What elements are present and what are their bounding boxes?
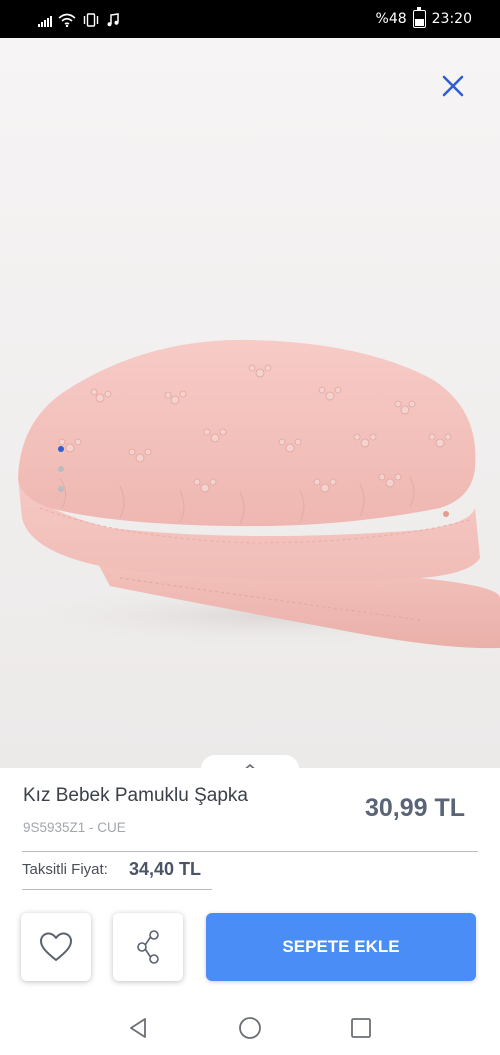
share-button[interactable] bbox=[113, 913, 183, 981]
close-icon bbox=[442, 75, 464, 97]
product-title: Kız Bebek Pamuklu Şapka bbox=[23, 785, 248, 806]
heart-icon bbox=[40, 932, 72, 961]
status-icons bbox=[38, 9, 120, 27]
battery-icon bbox=[412, 7, 426, 28]
vibrate-icon bbox=[83, 13, 99, 27]
favorite-button[interactable] bbox=[21, 913, 91, 981]
gallery-dot[interactable] bbox=[58, 486, 64, 492]
status-bar: %48 23:20 bbox=[0, 0, 500, 38]
gallery-dot[interactable] bbox=[58, 466, 64, 472]
system-nav-bar bbox=[0, 1000, 500, 1055]
recent-apps-icon bbox=[351, 1018, 371, 1038]
signal-icon bbox=[38, 15, 52, 27]
product-price: 30,99 TL bbox=[365, 794, 466, 822]
status-right: %48 23:20 bbox=[375, 7, 472, 28]
share-icon bbox=[137, 930, 159, 964]
product-image-gallery[interactable] bbox=[0, 38, 500, 768]
back-icon bbox=[130, 1018, 146, 1038]
product-code: 9S5935Z1 - CUE bbox=[23, 820, 126, 835]
installment-price: 34,40 TL bbox=[129, 859, 202, 879]
add-to-cart-button[interactable]: SEPETE EKLE bbox=[206, 913, 476, 981]
wifi-icon bbox=[58, 13, 76, 27]
divider bbox=[22, 889, 212, 890]
home-icon bbox=[239, 1017, 261, 1039]
close-button[interactable] bbox=[438, 71, 468, 101]
add-to-cart-label: SEPETE EKLE bbox=[282, 937, 400, 956]
product-image bbox=[0, 38, 500, 768]
installment-label: Taksitli Fiyat: bbox=[22, 861, 108, 878]
clock: 23:20 bbox=[431, 11, 472, 27]
nav-home-button[interactable] bbox=[238, 1016, 262, 1040]
nav-back-button[interactable] bbox=[127, 1016, 151, 1040]
battery-percent: %48 bbox=[375, 11, 407, 27]
gallery-dot-active[interactable] bbox=[58, 446, 64, 452]
nav-recent-apps-button[interactable] bbox=[349, 1016, 373, 1040]
divider bbox=[22, 851, 478, 852]
music-note-icon bbox=[107, 13, 119, 27]
